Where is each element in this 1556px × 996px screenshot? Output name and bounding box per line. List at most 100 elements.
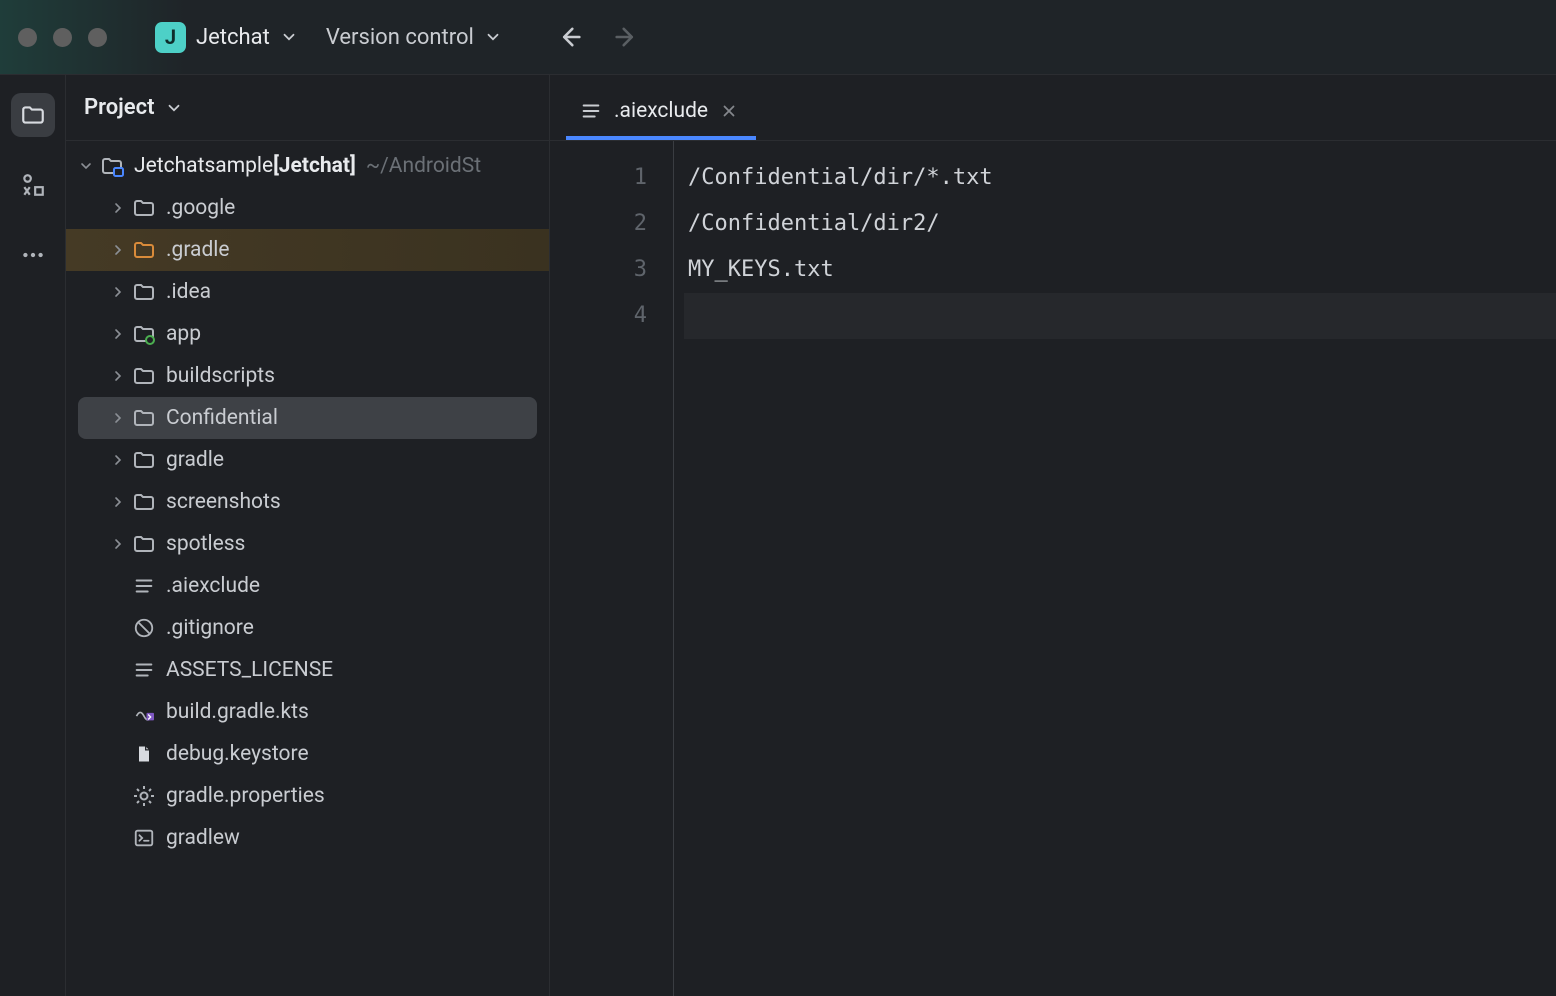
chevron-right-icon[interactable]	[108, 410, 128, 426]
tree-item-label: gradle	[166, 448, 224, 472]
folder-icon	[132, 448, 156, 472]
maximize-window-button[interactable]	[88, 28, 107, 47]
tree-item[interactable]: Confidential	[78, 397, 537, 439]
gutter-line-number: 3	[550, 247, 647, 293]
chevron-down-icon[interactable]	[76, 158, 96, 174]
nav-forward-button[interactable]	[612, 23, 640, 51]
chevron-right-icon[interactable]	[108, 200, 128, 216]
tree-item-label: .gitignore	[166, 616, 254, 640]
file-icon	[132, 742, 156, 766]
folder-icon	[132, 364, 156, 388]
tree-item[interactable]: screenshots	[66, 481, 549, 523]
tree-item-label: debug.keystore	[166, 742, 309, 766]
code-line[interactable]: /Confidential/dir/*.txt	[684, 155, 1556, 201]
tree-item[interactable]: .gitignore	[66, 607, 549, 649]
project-root-icon	[100, 154, 124, 178]
tree-item[interactable]: ASSETS_LICENSE	[66, 649, 549, 691]
text-icon	[132, 658, 156, 682]
chevron-right-icon[interactable]	[108, 242, 128, 258]
tree-item-label: buildscripts	[166, 364, 275, 388]
chevron-down-icon	[484, 28, 502, 46]
project-name-label: Jetchat	[196, 25, 270, 50]
chevron-right-icon[interactable]	[108, 326, 128, 342]
editor-area: .aiexclude 1234 /Confidential/dir/*.txt/…	[550, 75, 1556, 996]
tree-root-name: Jetchatsample	[134, 154, 273, 178]
version-control-dropdown[interactable]: Version control	[326, 25, 502, 50]
tree-item-label: .gradle	[166, 238, 230, 262]
panel-title: Project	[84, 95, 155, 120]
tree-root-path: ~/AndroidSt	[366, 154, 481, 178]
tree-item-label: screenshots	[166, 490, 281, 514]
tree-item-label: spotless	[166, 532, 245, 556]
text-file-icon	[580, 100, 602, 122]
window-controls	[18, 28, 107, 47]
chevron-right-icon[interactable]	[108, 368, 128, 384]
tree-item[interactable]: .idea	[66, 271, 549, 313]
terminal-icon	[132, 826, 156, 850]
gitignore-icon	[132, 616, 156, 640]
tree-item[interactable]: gradle	[66, 439, 549, 481]
close-icon[interactable]	[720, 102, 738, 120]
gear-icon	[132, 784, 156, 808]
chevron-right-icon[interactable]	[108, 536, 128, 552]
tree-item[interactable]: gradle.properties	[66, 775, 549, 817]
close-window-button[interactable]	[18, 28, 37, 47]
gutter-line-number: 1	[550, 155, 647, 201]
project-icon: J	[155, 22, 186, 53]
tree-item-label: .idea	[166, 280, 211, 304]
project-panel: Project Jetchatsample [Jetchat]~/Android…	[66, 75, 550, 996]
code-line[interactable]	[684, 293, 1556, 339]
tree-item-label: gradle.properties	[166, 784, 325, 808]
folder-icon	[132, 406, 156, 430]
folder-orange-icon	[132, 238, 156, 262]
project-tree[interactable]: Jetchatsample [Jetchat]~/AndroidSt .googl…	[66, 141, 549, 859]
module-icon	[132, 322, 156, 346]
nav-arrows	[556, 23, 640, 51]
structure-tool-button[interactable]	[11, 163, 55, 207]
tree-item[interactable]: app	[66, 313, 549, 355]
chevron-right-icon[interactable]	[108, 452, 128, 468]
code-area[interactable]: /Confidential/dir/*.txt/Confidential/dir…	[674, 141, 1556, 996]
tree-item-label: gradlew	[166, 826, 240, 850]
tree-item[interactable]: debug.keystore	[66, 733, 549, 775]
tree-item[interactable]: .google	[66, 187, 549, 229]
gutter-line-number: 4	[550, 293, 647, 339]
tree-item[interactable]: spotless	[66, 523, 549, 565]
folder-icon	[132, 196, 156, 220]
editor-tabbar: .aiexclude	[550, 75, 1556, 141]
nav-back-button[interactable]	[556, 23, 584, 51]
tree-item[interactable]: gradlew	[66, 817, 549, 859]
kts-icon	[132, 700, 156, 724]
tree-item-label: .google	[166, 196, 235, 220]
tree-item-label: Confidential	[166, 406, 278, 430]
gutter-line-number: 2	[550, 201, 647, 247]
chevron-down-icon	[280, 28, 298, 46]
folder-icon	[132, 280, 156, 304]
tree-item[interactable]: build.gradle.kts	[66, 691, 549, 733]
more-tool-button[interactable]	[11, 233, 55, 277]
version-control-label: Version control	[326, 25, 474, 50]
tab-label: .aiexclude	[614, 99, 708, 123]
project-panel-header[interactable]: Project	[66, 75, 549, 141]
tree-item[interactable]: .aiexclude	[66, 565, 549, 607]
project-tool-button[interactable]	[11, 93, 55, 137]
folder-icon	[132, 532, 156, 556]
tool-rail	[0, 75, 66, 996]
tree-item[interactable]: .gradle	[66, 229, 549, 271]
tree-item-label: ASSETS_LICENSE	[166, 658, 333, 682]
tree-item-label: .aiexclude	[166, 574, 260, 598]
tree-item[interactable]: buildscripts	[66, 355, 549, 397]
tree-root[interactable]: Jetchatsample [Jetchat]~/AndroidSt	[66, 145, 549, 187]
tree-item-label: app	[166, 322, 201, 346]
text-icon	[132, 574, 156, 598]
chevron-right-icon[interactable]	[108, 284, 128, 300]
chevron-down-icon	[165, 99, 183, 117]
chevron-right-icon[interactable]	[108, 494, 128, 510]
gutter: 1234	[550, 141, 674, 996]
code-line[interactable]: /Confidential/dir2/	[684, 201, 1556, 247]
editor-tab[interactable]: .aiexclude	[566, 85, 756, 140]
minimize-window-button[interactable]	[53, 28, 72, 47]
editor-body[interactable]: 1234 /Confidential/dir/*.txt/Confidentia…	[550, 141, 1556, 996]
project-selector[interactable]: J Jetchat	[145, 16, 308, 59]
code-line[interactable]: MY_KEYS.txt	[684, 247, 1556, 293]
